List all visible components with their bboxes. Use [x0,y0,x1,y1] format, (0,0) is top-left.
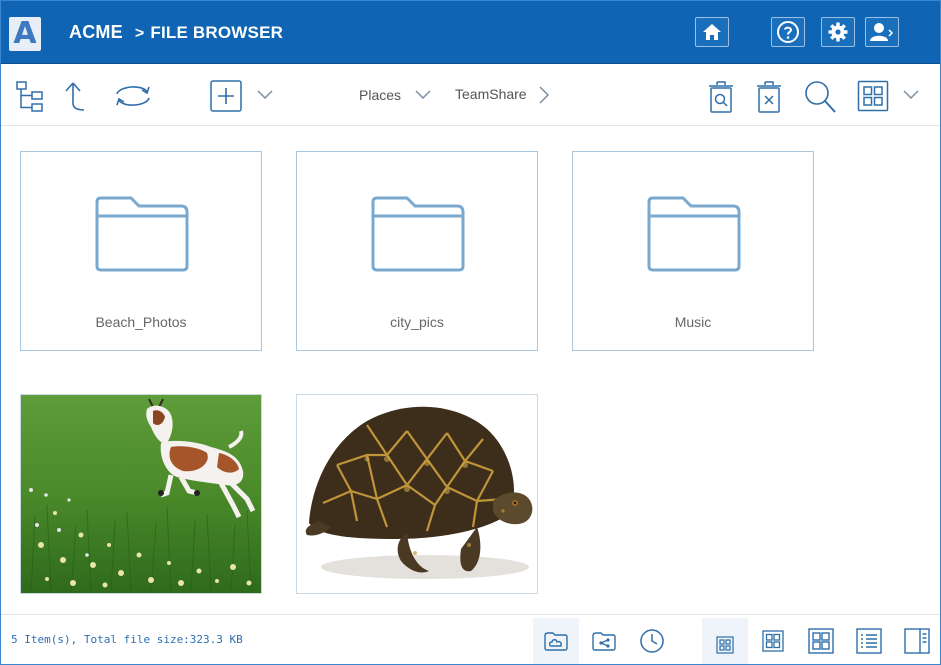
status-summary: 5 Item(s), Total file size:323.3 KB [11,633,243,646]
grid-view-icon [857,80,889,112]
trash-search-button[interactable] [704,78,738,116]
view-list-button[interactable] [846,618,892,664]
page-title: FILE BROWSER [150,23,284,42]
logo-letter: A [13,16,37,51]
chevron-right-icon [539,86,550,104]
preview-panel-button[interactable] [894,618,940,664]
view-small-icons-button[interactable] [702,618,748,664]
folder-name: Beach_Photos [95,314,187,330]
side-panel-icon [904,628,930,654]
view-medium-icons-button[interactable] [750,618,796,664]
view-mode-dropdown[interactable] [900,84,922,106]
recent-files-button[interactable] [629,618,675,664]
folder-icon [647,196,741,272]
tree-view-button[interactable] [12,78,48,114]
acme-logo: A [9,17,41,51]
large-grid-icon [808,628,834,654]
folder-tree-icon [16,81,43,112]
new-item-button[interactable] [209,79,243,113]
folder-tile[interactable]: Music [572,151,814,351]
cloud-folder-icon [544,632,568,651]
shared-files-button[interactable] [581,618,627,664]
new-item-dropdown[interactable] [254,84,276,106]
folder-name: city_pics [390,314,444,330]
trash-icon [757,81,781,113]
gear-icon [828,22,848,42]
home-icon [703,24,721,40]
trash-search-icon [709,81,733,113]
clock-icon [640,629,664,653]
brand-name[interactable]: ACME [69,22,123,42]
go-up-button[interactable] [58,78,90,114]
image-tile[interactable] [20,394,262,594]
plus-icon [210,80,242,112]
folder-name: Music [674,314,712,330]
refresh-icon [116,86,150,106]
breadcrumb-teamshare[interactable]: TeamShare [455,86,527,102]
help-button[interactable] [771,17,805,47]
user-icon [870,23,894,41]
view-large-icons-button[interactable] [798,618,844,664]
breadcrumb: ACME > FILE BROWSER [69,22,283,43]
search-button[interactable] [801,78,839,116]
small-grid-icon [716,636,734,654]
chevron-down-icon [415,90,431,100]
app-header: A ACME > FILE BROWSER [0,0,941,64]
chevron-down-icon [903,90,919,100]
arrow-up-icon [65,82,85,111]
folder-icon [95,196,189,272]
share-folder-icon [592,632,616,651]
settings-button[interactable] [821,17,855,47]
user-menu-button[interactable] [865,17,899,47]
chevron-down-icon [257,90,273,100]
help-icon [777,21,799,43]
places-menu[interactable]: Places [359,87,401,103]
places-dropdown[interactable] [411,84,435,106]
goat-image-thumbnail [21,395,261,593]
folder-tile[interactable]: Beach_Photos [20,151,262,351]
medium-grid-icon [762,630,784,652]
breadcrumb-separator: > [134,25,145,42]
breadcrumb-next[interactable] [535,83,553,107]
view-mode-button[interactable] [855,79,891,113]
folder-tile[interactable]: city_pics [296,151,538,351]
search-icon [805,81,836,113]
refresh-button[interactable] [110,78,156,114]
delete-button[interactable] [752,78,786,116]
cloud-storage-button[interactable] [533,618,579,664]
list-view-icon [856,628,882,654]
turtle-image-thumbnail [297,395,537,593]
image-tile[interactable] [296,394,538,594]
folder-icon [371,196,465,272]
home-button[interactable] [695,17,729,47]
